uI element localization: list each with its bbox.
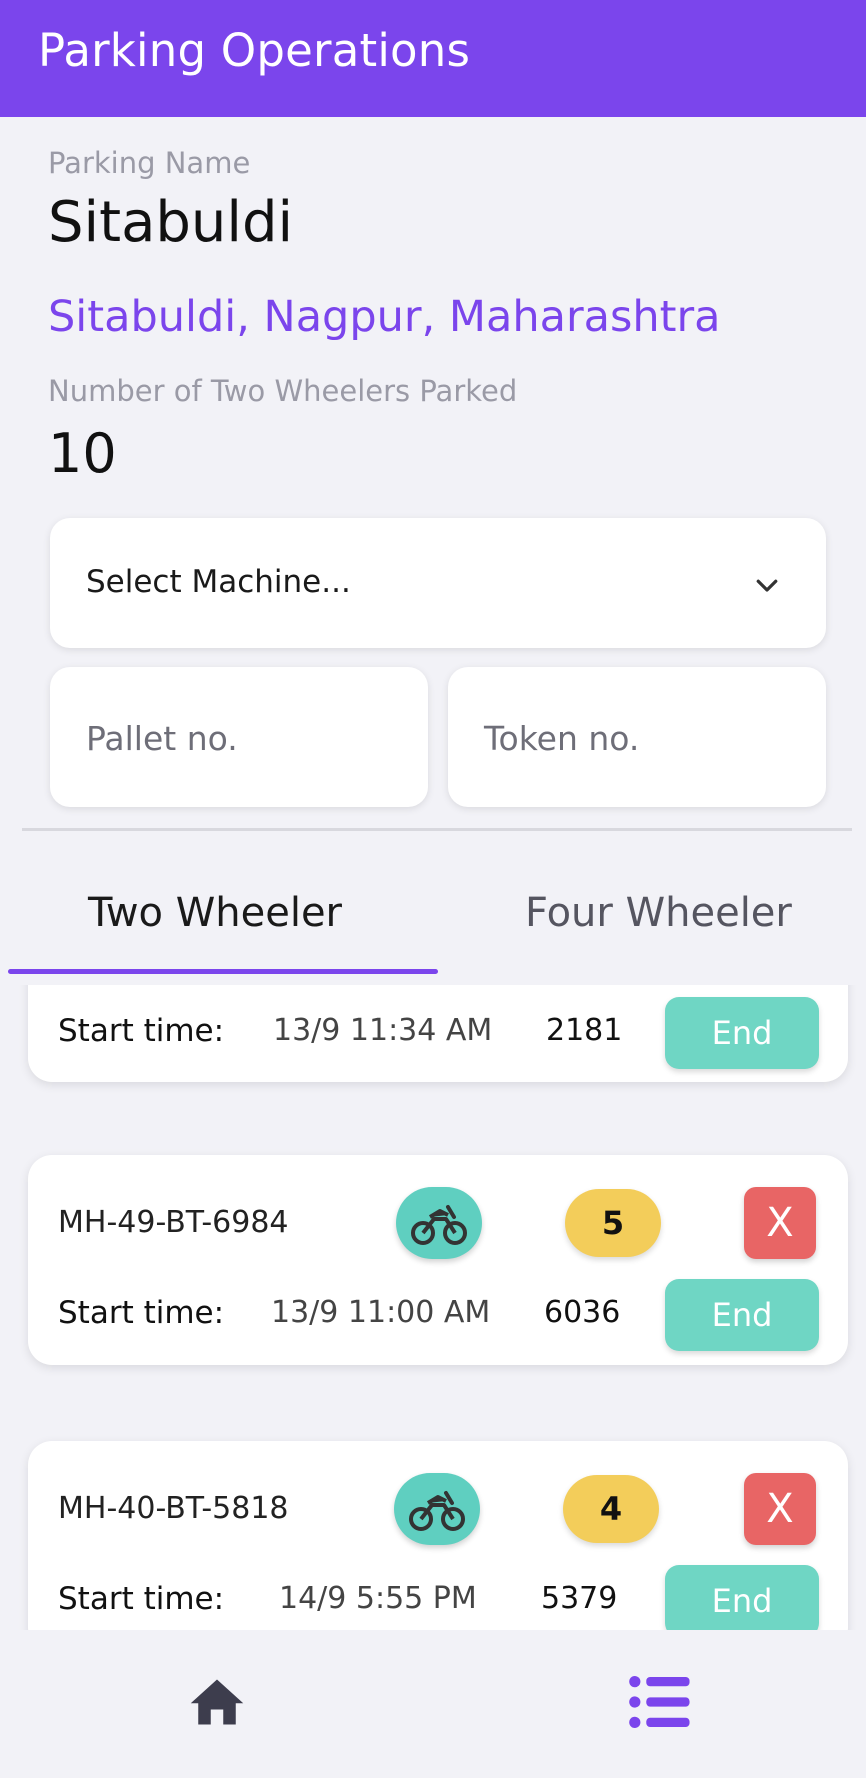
machine-select-value: Select Machine... xyxy=(86,564,351,600)
start-time-label: Start time: xyxy=(58,1581,225,1617)
bottom-nav xyxy=(0,1630,866,1778)
tab-four-wheeler[interactable]: Four Wheeler xyxy=(525,890,792,936)
chevron-down-icon xyxy=(756,579,778,592)
vehicle-plate: MH-49-BT-6984 xyxy=(58,1205,289,1240)
end-button[interactable]: End xyxy=(665,1565,819,1630)
token-number: 6036 xyxy=(544,1295,621,1330)
tab-indicator xyxy=(8,969,438,974)
token-input[interactable]: Token no. xyxy=(448,667,826,807)
divider xyxy=(22,828,852,831)
app-bar: Parking Operations xyxy=(0,0,866,117)
pallet-badge: 5 xyxy=(565,1189,661,1257)
start-time-label: Start time: xyxy=(58,1295,225,1331)
start-time-value: 13/9 11:00 AM xyxy=(271,1295,491,1330)
token-placeholder: Token no. xyxy=(484,719,640,758)
motorbike-icon xyxy=(396,1187,482,1259)
page-title: Parking Operations xyxy=(38,24,471,77)
cancel-button[interactable]: X xyxy=(744,1187,816,1259)
parking-name: Sitabuldi xyxy=(48,190,294,255)
vehicle-list[interactable]: Start time: 13/9 11:34 AM 2181 End MH-49… xyxy=(0,985,866,1630)
parking-name-label: Parking Name xyxy=(48,146,251,180)
start-time-label: Start time: xyxy=(58,1013,225,1049)
token-number: 2181 xyxy=(546,1013,623,1048)
list-icon[interactable] xyxy=(628,1674,690,1730)
parked-count-label: Number of Two Wheelers Parked xyxy=(48,374,518,408)
token-number: 5379 xyxy=(541,1581,618,1616)
cancel-button[interactable]: X xyxy=(744,1473,816,1545)
pallet-placeholder: Pallet no. xyxy=(86,719,238,758)
list-item: MH-49-BT-6984 5 X Start time: 13/9 11:00… xyxy=(28,1155,848,1365)
pallet-badge: 4 xyxy=(563,1475,659,1543)
home-icon[interactable] xyxy=(186,1672,248,1732)
machine-select[interactable]: Select Machine... xyxy=(50,518,826,648)
start-time-value: 14/9 5:55 PM xyxy=(279,1581,477,1616)
list-item: MH-40-BT-5818 4 X Start time: 14/9 5:55 … xyxy=(28,1441,848,1630)
pallet-input[interactable]: Pallet no. xyxy=(50,667,428,807)
start-time-value: 13/9 11:34 AM xyxy=(273,1013,493,1048)
end-button[interactable]: End xyxy=(665,997,819,1069)
end-button[interactable]: End xyxy=(665,1279,819,1351)
vehicle-plate: MH-40-BT-5818 xyxy=(58,1491,289,1526)
parking-address: Sitabuldi, Nagpur, Maharashtra xyxy=(48,292,721,342)
tab-two-wheeler[interactable]: Two Wheeler xyxy=(88,890,342,936)
list-item: Start time: 13/9 11:34 AM 2181 End xyxy=(28,985,848,1082)
motorbike-icon xyxy=(394,1473,480,1545)
parked-count: 10 xyxy=(48,422,117,485)
